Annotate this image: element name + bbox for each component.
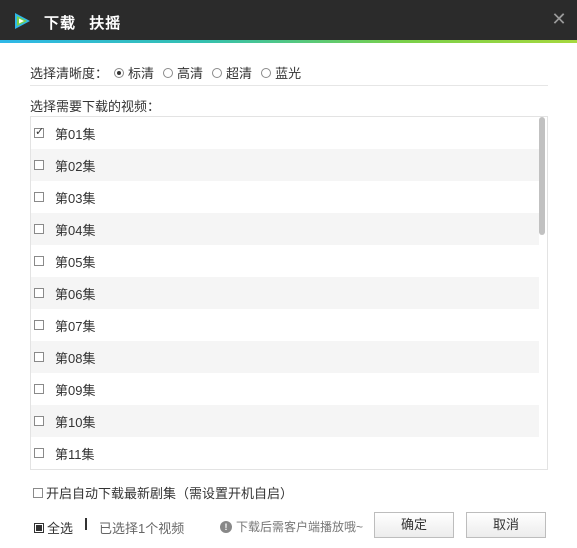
episode-label: 第06集 [55,286,96,302]
quality-option-sd[interactable]: 标清 [114,63,154,82]
radio-icon [212,67,223,78]
cancel-button[interactable]: 取消 [466,512,546,538]
title-accent-stripe [0,40,577,43]
checkbox-icon [34,125,44,138]
episode-label: 第11集 [55,446,95,462]
quality-option-shd[interactable]: 超清 [212,63,252,82]
episode-row[interactable]: 第04集 [31,213,547,245]
episode-list-label: 选择需要下载的视频： [30,99,161,114]
radio-icon [261,67,272,78]
episode-row[interactable]: 第10集 [31,405,547,437]
title-bar: 下载 扶摇 ✕ [0,0,577,43]
info-icon: ! [220,520,232,533]
episode-label: 第10集 [55,414,96,430]
episode-list: 第01集 第02集 第03集 第04集 第05集 第06集 第07集 第08集 … [30,116,548,470]
footer: 全选 已选择1个视频 ! 下载后需客户端播放哦~ 确定 取消 [34,512,554,540]
quality-option-bluray[interactable]: 蓝光 [261,63,301,82]
confirm-button[interactable]: 确定 [374,512,454,538]
episode-label: 第01集 [55,126,96,142]
episode-row[interactable]: 第09集 [31,373,547,405]
checkbox-icon [34,448,44,458]
quality-option-label: 蓝光 [275,66,302,81]
quality-option-label: 超清 [226,66,253,81]
episode-label: 第09集 [55,382,96,398]
checkbox-icon [34,352,44,362]
checkbox-icon [34,256,44,266]
checkbox-icon [33,487,43,498]
checkbox-icon [34,192,44,202]
episode-label: 第08集 [55,350,96,366]
title-show-name: 扶摇 [89,15,122,32]
quality-option-label: 高清 [177,66,204,81]
title-main: 下载 [44,15,77,32]
divider [85,518,87,530]
episode-row[interactable]: 第05集 [31,245,547,277]
episode-row[interactable]: 第01集 [31,117,547,149]
episode-label: 第05集 [55,254,96,270]
client-play-notice-text: 下载后需客户端播放哦~ [236,520,364,534]
client-play-notice: ! 下载后需客户端播放哦~ [220,518,363,535]
select-all-checkbox[interactable]: 全选 [34,518,73,537]
episode-label: 第04集 [55,222,96,238]
tencent-video-logo-icon [15,13,30,29]
select-all-label: 全选 [47,521,74,536]
episode-row[interactable]: 第02集 [31,149,547,181]
episode-row[interactable]: 第06集 [31,277,547,309]
checkbox-icon [34,160,44,170]
quality-label: 选择清晰度： [30,66,109,81]
scrollbar[interactable] [539,117,547,469]
episode-row[interactable]: 第08集 [31,341,547,373]
window-title: 下载 扶摇 [44,12,129,33]
episode-row[interactable]: 第07集 [31,309,547,341]
episode-label: 第02集 [55,158,96,174]
quality-option-hd[interactable]: 高清 [163,63,203,82]
scrollbar-thumb[interactable] [539,117,545,235]
episode-row[interactable]: 第03集 [31,181,547,213]
checkbox-icon [34,320,44,330]
episode-label: 第07集 [55,318,96,334]
radio-icon [163,67,174,78]
radio-icon [114,67,125,78]
checkbox-icon [34,288,44,298]
close-button[interactable]: ✕ [549,9,569,29]
checkbox-icon [34,224,44,234]
partial-check-icon [34,522,44,533]
auto-download-label: 开启自动下载最新剧集（需设置开机自启） [46,486,294,501]
checkbox-icon [34,384,44,394]
checkbox-icon [34,416,44,426]
episode-label: 第03集 [55,190,96,206]
quality-option-label: 标清 [128,66,155,81]
close-icon: ✕ [551,9,567,29]
quality-selector: 选择清晰度： 标清 高清 超清 蓝光 [30,62,548,86]
episode-row[interactable]: 第11集 [31,437,547,469]
selected-count: 已选择1个视频 [99,521,185,536]
auto-download-option[interactable]: 开启自动下载最新剧集（需设置开机自启） [33,483,293,502]
